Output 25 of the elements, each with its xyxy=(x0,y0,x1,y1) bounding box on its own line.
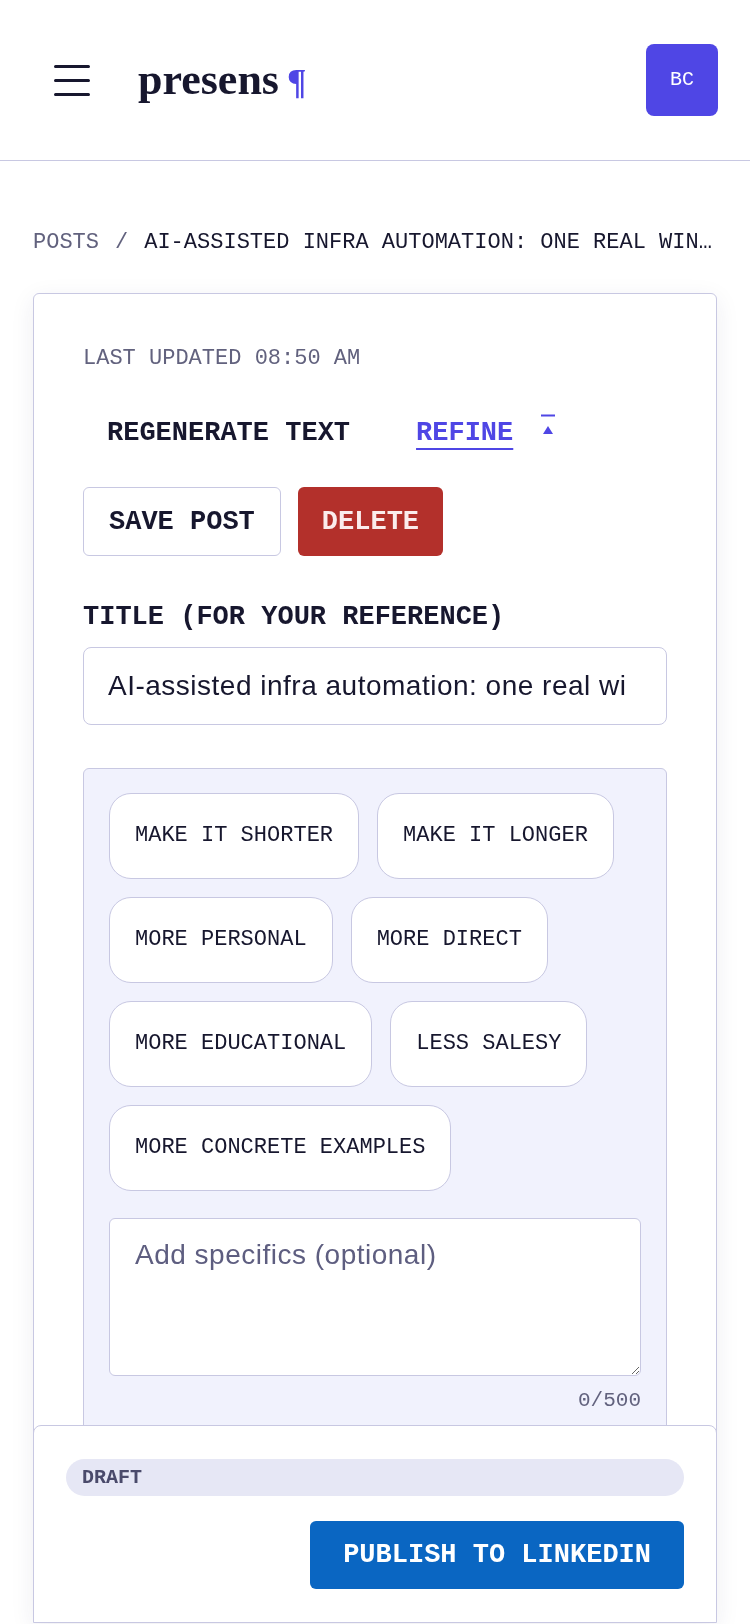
refine-chip[interactable]: MORE EDUCATIONAL xyxy=(109,1001,373,1087)
breadcrumb-current: AI-ASSISTED INFRA AUTOMATION: ONE REAL WIN… xyxy=(144,229,712,257)
last-updated-text: LAST UPDATED 08:50 AM xyxy=(83,346,362,372)
save-post-button[interactable]: SAVE POST xyxy=(83,487,281,556)
character-counter: 0/500 xyxy=(578,1389,641,1413)
refine-chip[interactable]: MAKE IT LONGER xyxy=(377,793,614,879)
avatar-button[interactable]: BC xyxy=(646,44,718,116)
logo-wordmark: presens xyxy=(138,56,279,104)
tab[interactable]: REFINE xyxy=(392,409,538,457)
menu-icon[interactable] xyxy=(54,64,90,96)
refine-chip[interactable]: LESS SALESY xyxy=(390,1001,588,1087)
refine-chip[interactable]: MAKE IT SHORTER xyxy=(109,793,360,879)
field-label: TITLE (FOR YOUR REFERENCE) xyxy=(83,602,506,632)
delete-button[interactable]: DELETE xyxy=(297,487,444,556)
breadcrumb-separator: / xyxy=(115,229,129,257)
refine-chip[interactable]: MORE PERSONAL xyxy=(109,897,333,983)
breadcrumb-link[interactable]: POSTS xyxy=(33,229,99,257)
refine-chip[interactable]: MORE DIRECT xyxy=(350,897,548,983)
refine-chip[interactable]: MORE CONCRETE EXAMPLES xyxy=(109,1105,452,1191)
publish-button[interactable]: PUBLISH TO LINKEDIN xyxy=(310,1521,684,1589)
title-input[interactable]: AI-assisted infra automation: one real wi xyxy=(83,647,667,725)
logo-mark: ¶ xyxy=(287,62,307,102)
tab[interactable]: REGENERATE TEXT xyxy=(83,409,375,457)
specifics-textarea[interactable]: Add specifics (optional) xyxy=(109,1218,641,1376)
status-badge: DRAFT xyxy=(66,1459,684,1496)
